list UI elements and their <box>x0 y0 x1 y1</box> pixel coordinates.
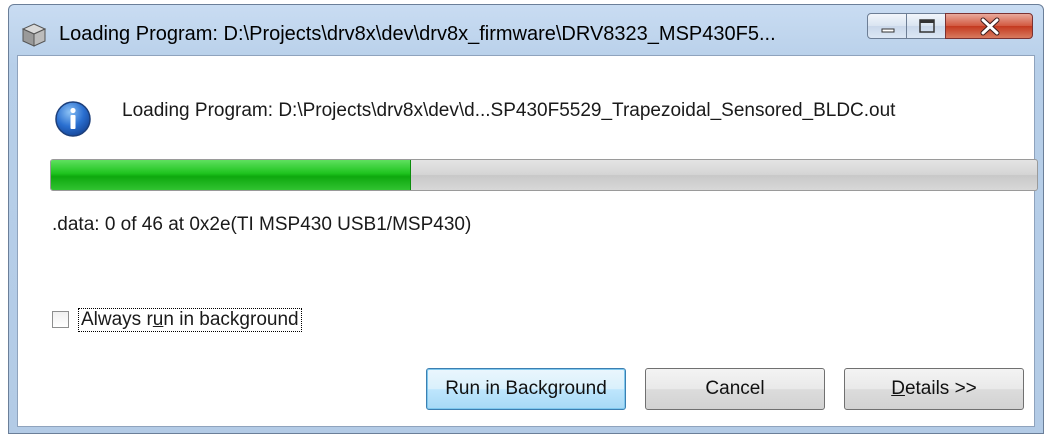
loading-message: Loading Program: D:\Projects\drv8x\dev\d… <box>122 100 896 121</box>
run-in-background-button[interactable]: Run in Background <box>426 368 626 410</box>
maximize-icon <box>919 19 935 33</box>
maximize-button[interactable] <box>906 13 946 39</box>
minimize-icon <box>881 28 895 33</box>
close-icon <box>980 17 1000 36</box>
minimize-button[interactable] <box>867 13 907 39</box>
progress-bar <box>50 159 1038 191</box>
always-run-background-label[interactable]: Always run in background <box>78 308 302 332</box>
info-icon <box>55 101 91 137</box>
dialog-window: Loading Program: D:\Projects\drv8x\dev\d… <box>8 4 1044 434</box>
cancel-button[interactable]: Cancel <box>645 368 825 410</box>
progress-bar-fill <box>51 160 411 190</box>
title-bar[interactable]: Loading Program: D:\Projects\drv8x\dev\d… <box>9 5 1043 61</box>
app-cube-icon <box>21 23 47 47</box>
details-button[interactable]: Details >> <box>844 368 1024 410</box>
dialog-body: Loading Program: D:\Projects\drv8x\dev\d… <box>17 55 1038 427</box>
close-button[interactable] <box>945 13 1033 39</box>
window-title: Loading Program: D:\Projects\drv8x\dev\d… <box>59 23 776 45</box>
always-run-background-checkbox[interactable] <box>52 311 69 328</box>
status-text: .data: 0 of 46 at 0x2e(TI MSP430 USB1/MS… <box>52 214 472 235</box>
